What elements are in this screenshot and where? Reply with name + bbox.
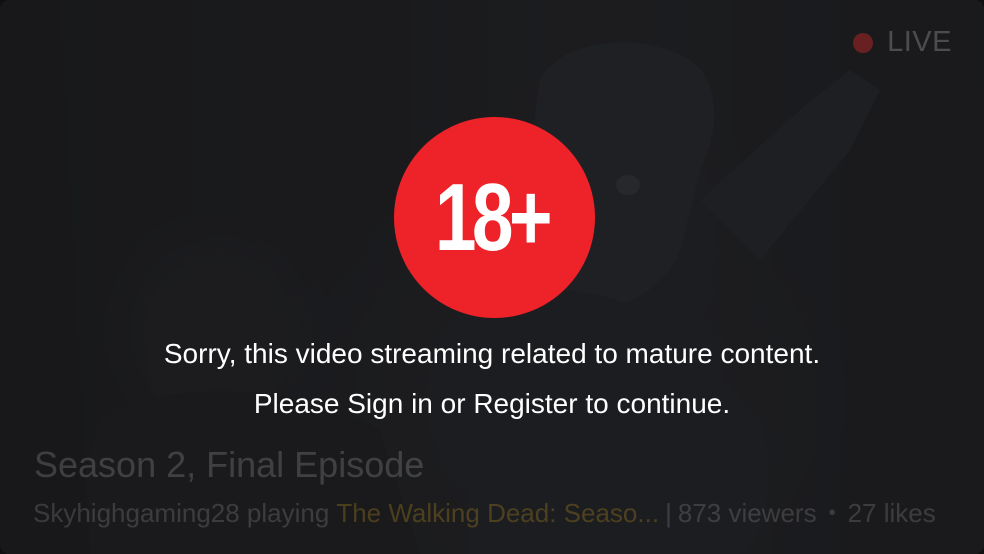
live-label: LIVE bbox=[887, 26, 952, 58]
viewer-count: 873 viewers bbox=[677, 498, 817, 528]
restriction-message: Sorry, this video streaming related to m… bbox=[163, 338, 821, 369]
age-restriction-badge: 18+ bbox=[394, 117, 595, 318]
stream-title: Season 2, Final Episode bbox=[34, 444, 425, 485]
game-link[interactable]: The Walking Dead: Seaso... bbox=[336, 498, 659, 529]
live-dot-icon bbox=[853, 32, 874, 53]
meta-separator: | bbox=[665, 498, 672, 528]
like-count: 27 likes bbox=[847, 498, 936, 528]
stream-meta: Skyhighgaming28 playing The Walking Dead… bbox=[33, 498, 936, 529]
video-player[interactable]: LIVE 18+ Sorry, this video streaming rel… bbox=[0, 0, 984, 554]
bullet-separator: • bbox=[828, 502, 836, 524]
streamer-name: Skyhighgaming28 playing bbox=[33, 498, 330, 528]
sign-in-prompt: Please Sign in or Register to continue. bbox=[253, 388, 731, 419]
age-rating-text: 18+ bbox=[435, 163, 553, 271]
live-badge: LIVE bbox=[853, 26, 952, 59]
